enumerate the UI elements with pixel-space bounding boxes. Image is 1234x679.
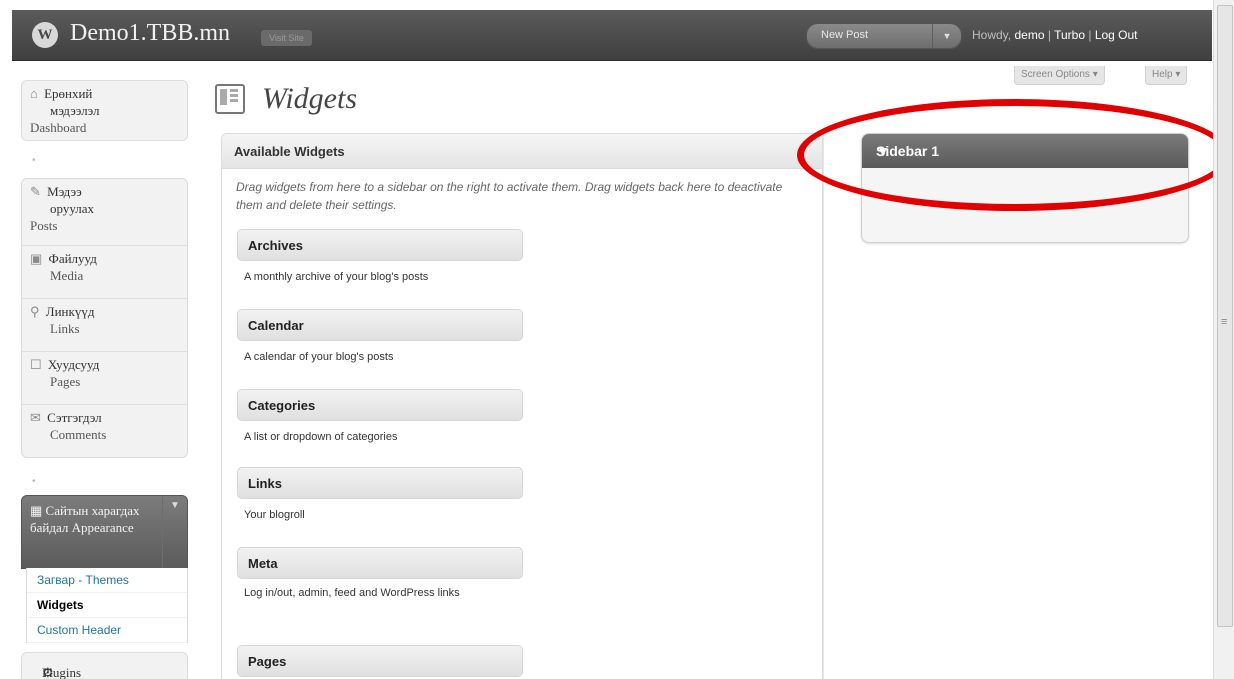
red-highlight-ellipse — [797, 99, 1231, 211]
menu-item-dashboard[interactable]: ⌂ Ерөнхий мэдээлэл Dashboard — [22, 81, 187, 140]
widget-calendar[interactable]: Calendar — [237, 309, 523, 341]
menu-separator: • — [32, 476, 36, 487]
menu-label: Сэтгэгдэл — [47, 410, 102, 425]
admin-header: W Demo1.TBB.mn Visit Site New Post ▼ How… — [12, 10, 1212, 61]
scrollbar-thumb[interactable]: ≡ — [1217, 5, 1233, 627]
widget-description: A monthly archive of your blog's posts — [244, 271, 429, 283]
column-divider — [823, 133, 824, 679]
available-widgets-description: Drag widgets from here to a sidebar on t… — [236, 180, 783, 212]
menu-item-appearance[interactable]: ▦ Сайтын харагдах байдал Appearance ▼ — [21, 495, 188, 569]
menu-label: Файлууд — [48, 251, 97, 266]
media-icon: ▣ — [30, 251, 43, 266]
howdy-text: Howdy, — [972, 28, 1012, 42]
submenu-toggle-icon[interactable]: ▼ — [162, 496, 187, 568]
menu-label: Хуудсууд — [47, 357, 100, 372]
widget-name: Categories — [248, 398, 316, 413]
widget-description: Your blogroll — [244, 509, 305, 521]
widget-name: Calendar — [248, 318, 304, 333]
available-widgets-header[interactable]: Available Widgets — [222, 134, 822, 169]
menu-label: Мэдээ — [47, 184, 82, 199]
turbo-link[interactable]: Turbo — [1054, 28, 1085, 42]
logout-link[interactable]: Log Out — [1095, 28, 1138, 42]
widget-name: Pages — [248, 654, 287, 669]
menu-sublabel: Media — [50, 268, 84, 283]
menu-label: оруулах — [50, 201, 95, 216]
pages-icon: ☐ — [30, 357, 42, 372]
menu-item-links[interactable]: ⚲ Линкүүд Links — [22, 299, 187, 352]
widget-name: Meta — [248, 556, 278, 571]
menu-item-comments[interactable]: ✉ Сэтгэгдэл Comments — [22, 405, 187, 457]
menu-dashboard-box: ⌂ Ерөнхий мэдээлэл Dashboard — [21, 80, 188, 141]
dropdown-arrow-icon[interactable]: ▼ — [932, 24, 961, 48]
appearance-submenu: Загвар - Themes Widgets Custom Header — [26, 568, 188, 643]
favorite-actions-dropdown[interactable]: New Post ▼ — [806, 23, 962, 49]
available-widgets-heading: Available Widgets — [234, 144, 345, 159]
menu-sublabel: Dashboard — [30, 120, 87, 135]
widget-pages[interactable]: Pages — [237, 645, 523, 677]
widget-links[interactable]: Links — [237, 467, 523, 499]
menu-content-box: ✎ Мэдээ оруулах Posts ▣ Файлууд Media ⚲ … — [21, 178, 188, 458]
menu-sublabel: Pages — [50, 374, 81, 389]
site-title[interactable]: Demo1.TBB.mn — [70, 20, 230, 47]
separator: | — [1088, 28, 1092, 42]
help-button[interactable]: Help ▾ — [1145, 66, 1188, 85]
menu-label: мэдээлэл — [50, 103, 100, 118]
menu-item-posts[interactable]: ✎ Мэдээ оруулах Posts — [22, 179, 187, 246]
menu-label: Сайтын харагдах байдал Appearance — [30, 503, 140, 535]
page-title: Widgets — [262, 82, 357, 115]
menu-label: Линкүүд — [45, 304, 95, 319]
separator: | — [1047, 28, 1051, 42]
vertical-scrollbar[interactable]: ≡ — [1213, 0, 1234, 679]
scrollbar-grip-icon: ≡ — [1221, 316, 1228, 328]
username-link[interactable]: demo — [1014, 28, 1044, 42]
menu-label: Ерөнхий — [44, 86, 93, 101]
widget-description: Log in/out, admin, feed and WordPress li… — [244, 587, 460, 599]
dashboard-icon: ⌂ — [30, 86, 38, 101]
menu-sublabel: Comments — [50, 427, 107, 442]
widgets-page-icon — [215, 84, 245, 114]
screen-options-button[interactable]: Screen Options ▾ — [1014, 66, 1105, 85]
pencil-icon: ✎ — [30, 184, 41, 199]
wordpress-logo-icon: W — [32, 22, 58, 48]
menu-item-media[interactable]: ▣ Файлууд Media — [22, 246, 187, 299]
widget-description: A calendar of your blog's posts — [244, 351, 394, 363]
submenu-item-widgets[interactable]: Widgets — [27, 593, 187, 618]
menu-separator: • — [32, 155, 36, 166]
submenu-item-custom-header[interactable]: Custom Header — [27, 618, 187, 643]
widget-meta[interactable]: Meta — [237, 547, 523, 579]
widget-name: Links — [248, 476, 282, 491]
widget-archives[interactable]: Archives — [237, 229, 523, 261]
comments-icon: ✉ — [30, 410, 41, 425]
submenu-item-themes[interactable]: Загвар - Themes — [27, 568, 187, 593]
user-info: Howdy, demo | Turbo | Log Out — [972, 28, 1138, 42]
screenshot-frame: W Demo1.TBB.mn Visit Site New Post ▼ How… — [0, 0, 1234, 679]
menu-item-pages[interactable]: ☐ Хуудсууд Pages — [22, 352, 187, 405]
appearance-icon: ▦ — [30, 503, 43, 518]
new-post-action[interactable]: New Post — [821, 29, 868, 41]
menu-item-plugins[interactable]: ⚙ Plugins — [21, 652, 188, 679]
widget-description: A list or dropdown of categories — [244, 431, 398, 443]
menu-sublabel: Posts — [30, 218, 58, 233]
widget-categories[interactable]: Categories — [237, 389, 523, 421]
widget-name: Archives — [248, 238, 303, 253]
visit-site-button[interactable]: Visit Site — [261, 30, 312, 46]
links-icon: ⚲ — [30, 304, 40, 319]
menu-label: Plugins — [42, 665, 82, 679]
menu-sublabel: Links — [50, 321, 80, 336]
